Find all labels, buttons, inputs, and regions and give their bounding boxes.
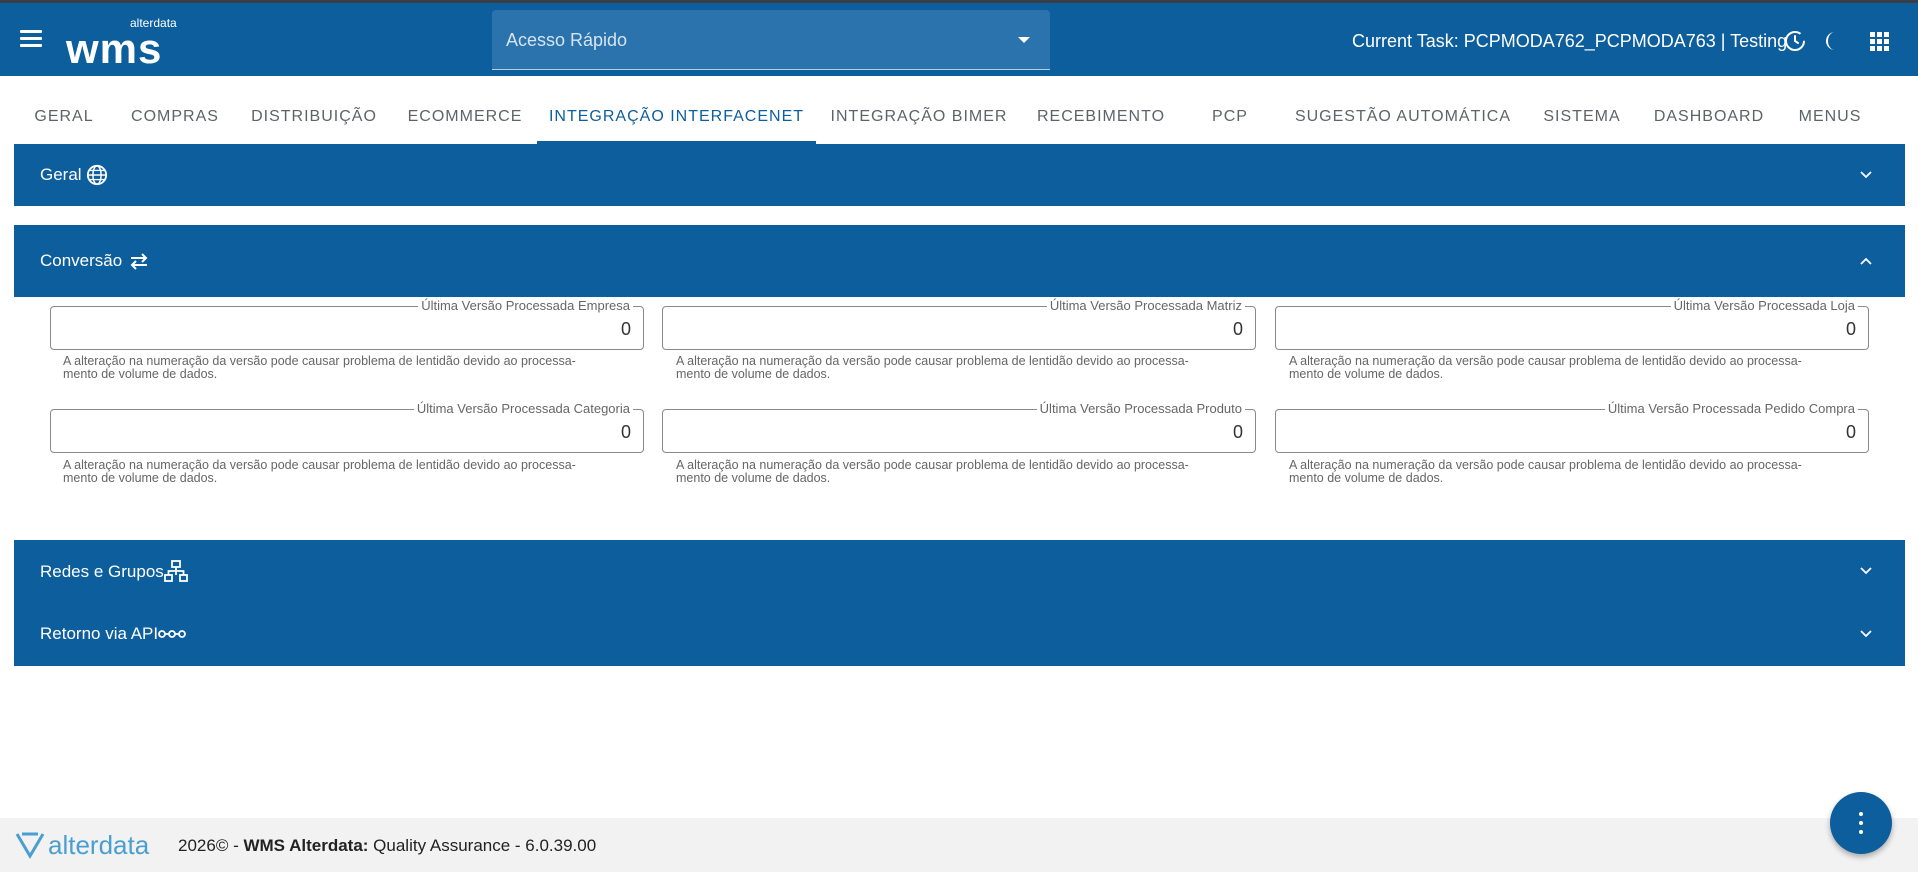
field-value: 0: [1232, 422, 1243, 442]
field-hint: A alteração na numeração da versão pode …: [1289, 458, 1802, 485]
field-versao-loja[interactable]: Última Versão Processada Loja 0: [1275, 298, 1869, 350]
panel-redes-title: Redes e Grupos: [40, 562, 164, 581]
tab-ecommerce[interactable]: ECOMMERCE: [398, 76, 532, 144]
field-value: 0: [620, 422, 631, 442]
tab-geral[interactable]: GERAL: [20, 76, 108, 144]
field-versao-produto[interactable]: Última Versão Processada Produto 0: [662, 401, 1256, 453]
panel-geral-title: Geral: [40, 165, 82, 184]
tab-sugestao-automatica[interactable]: SUGESTÃO AUTOMÁTICA: [1286, 76, 1520, 144]
chevron-down-icon: [1860, 567, 1872, 575]
tab-dashboard[interactable]: DASHBOARD: [1644, 76, 1774, 144]
tab-recebimento[interactable]: RECEBIMENTO: [1026, 76, 1176, 144]
field-label: Última Versão Processada Matriz: [1046, 298, 1245, 313]
network-icon: [164, 560, 188, 582]
field-versao-empresa[interactable]: Última Versão Processada Empresa 0: [50, 298, 644, 350]
panel-conversao-header[interactable]: Conversão: [14, 225, 1905, 297]
footer-copyright: 2026© - WMS Alterdata: Quality Assurance…: [178, 836, 596, 856]
panel-conversao-title: Conversão: [40, 251, 123, 270]
field-value: 0: [620, 319, 631, 339]
history-clock-icon[interactable]: [1783, 29, 1807, 53]
field-hint: A alteração na numeração da versão pode …: [63, 354, 576, 381]
quick-access-select[interactable]: Acesso Rápido: [492, 10, 1050, 70]
footer-environment: Quality Assurance - 6.0.39.00: [368, 836, 597, 855]
panel-retorno-title: Retorno via API: [40, 624, 159, 643]
chevron-down-icon: [1860, 630, 1872, 638]
field-value: 0: [1845, 422, 1856, 442]
footer-brand-text: alterdata: [48, 830, 150, 860]
field-versao-categoria[interactable]: Última Versão Processada Categoria 0: [50, 401, 644, 453]
dark-mode-moon-icon[interactable]: [1820, 29, 1844, 53]
footer-year: 2026© -: [178, 836, 244, 855]
field-hint: A alteração na numeração da versão pode …: [676, 458, 1189, 485]
app-bar: alterdata wms Acesso Rápido Current Task…: [0, 3, 1918, 76]
panel-geral-header[interactable]: Geral: [14, 144, 1905, 206]
current-task-label: Current Task: PCPMODA762_PCPMODA763 | Te…: [1352, 31, 1788, 51]
field-versao-pedido-compra[interactable]: Última Versão Processada Pedido Compra 0: [1275, 401, 1869, 453]
quick-access-placeholder: Acesso Rápido: [506, 30, 628, 50]
wms-logo[interactable]: alterdata wms: [66, 13, 196, 71]
field-hint: A alteração na numeração da versão pode …: [1289, 354, 1802, 381]
field-label: Última Versão Processada Produto: [1036, 401, 1245, 416]
chevron-up-icon: [1860, 257, 1872, 265]
footer-product: WMS Alterdata:: [243, 836, 369, 855]
dropdown-caret-icon: [1018, 37, 1030, 43]
field-value: 0: [1845, 319, 1856, 339]
footer: alterdata 2026© - WMS Alterdata: Quality…: [0, 818, 1918, 872]
alterdata-logo-icon: [15, 832, 45, 859]
tab-integracao-bimer[interactable]: INTEGRAÇÃO BIMER: [820, 76, 1018, 144]
tab-distribuicao[interactable]: DISTRIBUIÇÃO: [240, 76, 388, 144]
chevron-down-icon: [1860, 171, 1872, 179]
more-vert-icon: [1859, 812, 1863, 816]
apps-grid-icon[interactable]: [1867, 29, 1891, 53]
globe-icon: [86, 164, 108, 186]
tab-compras[interactable]: COMPRAS: [118, 76, 232, 144]
field-label: Última Versão Processada Categoria: [413, 401, 633, 416]
more-actions-fab[interactable]: [1830, 792, 1892, 854]
panels-collapsed-group: Redes e Grupos Retorno via API: [14, 540, 1905, 666]
field-value: 0: [1232, 319, 1243, 339]
field-versao-matriz[interactable]: Última Versão Processada Matriz 0: [662, 298, 1256, 350]
tab-pcp[interactable]: PCP: [1188, 76, 1272, 144]
hamburger-menu-icon[interactable]: [18, 27, 44, 53]
field-label: Última Versão Processada Loja: [1670, 298, 1858, 313]
panel-retorno-api-header[interactable]: Retorno via API: [14, 602, 1905, 666]
swap-arrows-icon: [130, 253, 148, 270]
field-label: Última Versão Processada Pedido Compra: [1604, 401, 1858, 416]
settings-tabs: GERAL COMPRAS DISTRIBUIÇÃO ECOMMERCE INT…: [0, 76, 1918, 144]
field-hint: A alteração na numeração da versão pode …: [676, 354, 1189, 381]
tab-menus[interactable]: MENUS: [1786, 76, 1874, 144]
panel-redes-grupos-header[interactable]: Redes e Grupos: [14, 540, 1905, 602]
field-hint: A alteração na numeração da versão pode …: [63, 458, 576, 485]
tab-integracao-interfacenet[interactable]: INTEGRAÇÃO INTERFACENET: [537, 76, 816, 144]
logo-title: wms: [66, 25, 163, 72]
tab-sistema[interactable]: SISTEMA: [1530, 76, 1634, 144]
field-label: Última Versão Processada Empresa: [418, 298, 633, 313]
api-icon: [158, 630, 186, 638]
